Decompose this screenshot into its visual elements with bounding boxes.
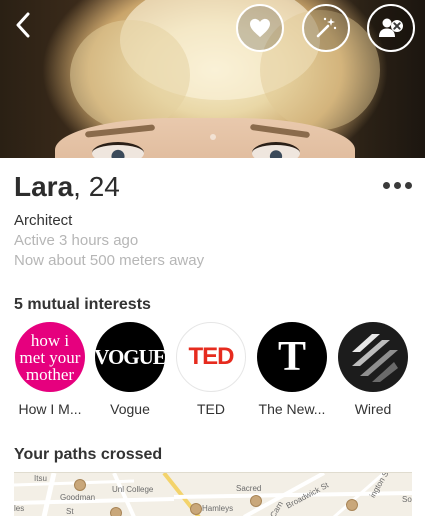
interest-item-ted[interactable]: TED TED	[171, 322, 251, 417]
block-user-button[interactable]	[367, 4, 415, 52]
profile-photo[interactable]	[0, 0, 425, 158]
mutual-interests-list: how i met your mother How I M... VOGUE V…	[0, 322, 425, 422]
more-options-button[interactable]	[383, 178, 412, 193]
interest-label: How I M...	[18, 401, 82, 417]
more-dots-icon	[383, 182, 390, 189]
like-button[interactable]	[236, 4, 284, 52]
vogue-logo: VOGUE	[95, 322, 165, 392]
wired-logo-icon	[352, 334, 398, 382]
interest-label: Wired	[354, 401, 392, 417]
back-button[interactable]	[10, 10, 36, 40]
paths-crossed-map[interactable]: Itsu Goodman Unl College Sacred Broadwic…	[14, 472, 412, 516]
interest-item-himym[interactable]: how i met your mother How I M...	[10, 322, 90, 417]
himym-logo: how i met your mother	[15, 322, 85, 392]
distance: Now about 500 meters away	[14, 252, 205, 269]
interest-item-vogue[interactable]: VOGUE Vogue	[90, 322, 170, 417]
interest-label: TED	[197, 401, 225, 417]
magic-wand-icon	[316, 17, 337, 38]
superpower-button[interactable]	[302, 4, 350, 52]
block-user-icon	[379, 18, 403, 37]
last-active: Active 3 hours ago	[14, 232, 139, 249]
paths-crossed-title: Your paths crossed	[14, 446, 163, 463]
map-pin-icon[interactable]	[346, 499, 358, 511]
map-pin-icon[interactable]	[190, 503, 202, 515]
profile-header: Lara , 24	[14, 170, 412, 204]
interest-item-wired[interactable]: Wired	[333, 322, 413, 417]
ted-logo: TED	[176, 322, 246, 392]
profile-job: Architect	[14, 212, 73, 229]
mutual-interests-title: 5 mutual interests	[14, 296, 151, 313]
wired-logo	[338, 322, 408, 392]
interest-label: Vogue	[110, 401, 150, 417]
profile-name: Lara	[14, 171, 74, 202]
back-chevron-icon	[16, 12, 30, 38]
interest-item-nytimes[interactable]: T The New...	[252, 322, 332, 417]
nytimes-logo: T	[257, 322, 327, 392]
photo-page-indicator	[0, 134, 425, 140]
heart-icon	[250, 18, 270, 38]
interest-label: The New...	[258, 401, 326, 417]
map-pin-icon[interactable]	[110, 507, 122, 516]
profile-age: , 24	[73, 171, 120, 202]
map-pin-icon[interactable]	[74, 479, 86, 491]
photo-dot[interactable]	[209, 134, 216, 140]
map-pin-icon[interactable]	[250, 495, 262, 507]
